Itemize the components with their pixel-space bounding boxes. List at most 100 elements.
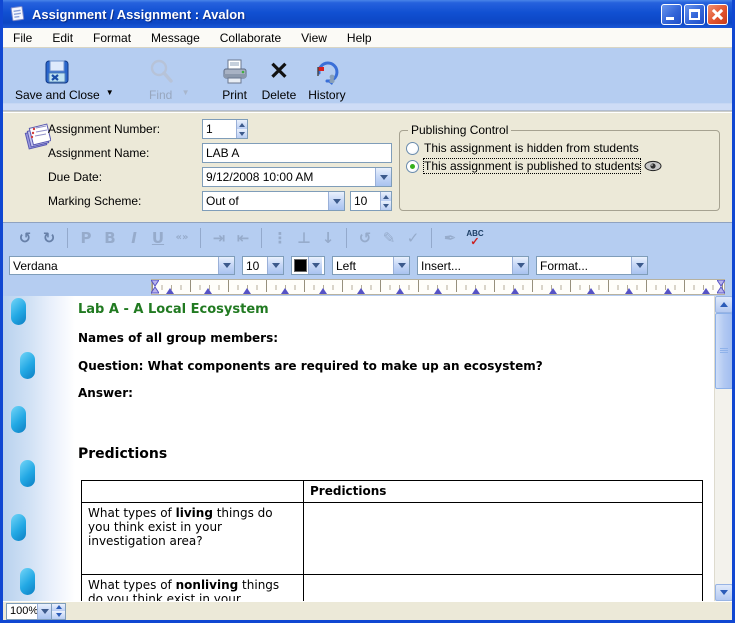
spin-down-icon[interactable] xyxy=(381,201,391,210)
radio-hidden-icon[interactable] xyxy=(406,142,419,155)
menu-file[interactable]: File xyxy=(3,29,42,47)
answer-cell[interactable] xyxy=(304,503,703,575)
spellcheck-icon[interactable]: ABC ✓ xyxy=(462,230,488,246)
print-label: Print xyxy=(222,88,247,102)
assignment-name-input[interactable] xyxy=(203,144,391,162)
menu-help[interactable]: Help xyxy=(337,29,382,47)
zoom-up-icon[interactable] xyxy=(52,604,65,612)
save-options-caret-icon[interactable]: ▼ xyxy=(106,88,114,97)
table-header-row: Predictions xyxy=(82,481,703,503)
find-label: Find xyxy=(149,88,172,102)
menu-format[interactable]: Format xyxy=(83,29,141,47)
predictions-table: Predictions What types of living things … xyxy=(81,480,703,601)
quotes-icon: «» xyxy=(170,232,194,243)
save-icon xyxy=(42,56,72,87)
application-window: Assignment / Assignment : Avalon File Ed… xyxy=(0,0,735,623)
maximize-icon[interactable] xyxy=(684,4,705,25)
save-and-close-button[interactable]: Save and Close xyxy=(9,54,106,104)
zoom-combobox[interactable]: 100% xyxy=(6,603,52,620)
document-editor[interactable]: Lab A - A Local Ecosystem Names of all g… xyxy=(78,296,706,601)
marking-points-field xyxy=(350,191,392,211)
scrollbar-thumb[interactable] xyxy=(715,313,732,389)
pencil-icon: ✎ xyxy=(377,229,401,247)
history-label: History xyxy=(308,88,345,102)
bold-icon: B xyxy=(98,229,122,247)
question-cell: What types of nonliving things do you th… xyxy=(82,575,304,602)
eye-icon xyxy=(644,160,662,172)
history-button[interactable]: History xyxy=(302,54,351,104)
font-size-dropdown-icon[interactable] xyxy=(267,257,283,274)
published-option-row[interactable]: This assignment is published to students xyxy=(406,159,715,173)
insert-combobox[interactable]: Insert... xyxy=(417,256,529,275)
zoom-down-icon[interactable] xyxy=(52,611,65,619)
zoom-dropdown-icon[interactable] xyxy=(37,604,51,619)
answer-line: Answer: xyxy=(78,386,133,400)
due-date-combobox[interactable]: 9/12/2008 10:00 AM xyxy=(202,167,392,187)
radio-published-icon[interactable] xyxy=(406,160,419,173)
menu-edit[interactable]: Edit xyxy=(42,29,83,47)
marking-scheme-combobox[interactable]: Out of xyxy=(202,191,345,211)
marking-scheme-dropdown-icon[interactable] xyxy=(328,192,344,210)
print-button[interactable]: Print xyxy=(214,54,256,104)
undo-icon[interactable]: ↺ xyxy=(13,229,37,247)
font-color-swatch xyxy=(294,259,307,272)
redo-icon[interactable]: ↻ xyxy=(37,229,61,247)
arrow-down-icon: ↓ xyxy=(316,229,340,247)
format-dropdown-icon[interactable] xyxy=(631,257,647,274)
app-icon xyxy=(9,5,27,23)
tab-stops xyxy=(152,288,724,294)
font-color-dropdown-icon[interactable] xyxy=(308,257,322,274)
hidden-option-row[interactable]: This assignment is hidden from students xyxy=(406,141,715,155)
font-family-combobox[interactable]: Verdana xyxy=(9,256,235,275)
toolbar-separator xyxy=(261,228,262,248)
minimize-icon[interactable] xyxy=(661,4,682,25)
alignment-dropdown-icon[interactable] xyxy=(393,257,409,274)
font-family-dropdown-icon[interactable] xyxy=(218,257,234,274)
alignment-combobox[interactable]: Left xyxy=(332,256,410,275)
due-date-dropdown-icon[interactable] xyxy=(375,168,391,186)
spin-up-icon[interactable] xyxy=(381,192,391,201)
scroll-up-icon[interactable] xyxy=(715,296,732,313)
ruler[interactable] xyxy=(151,279,725,295)
names-line: Names of all group members: xyxy=(78,331,278,345)
spin-up-icon[interactable] xyxy=(237,120,247,129)
assignment-number-label: Assignment Number: xyxy=(48,122,202,136)
dotted-guide-icon: ⋮ xyxy=(268,229,292,247)
save-and-close-label: Save and Close xyxy=(15,88,100,102)
toolbar-separator xyxy=(67,228,68,248)
formatting-toolbar: ↺ ↻ P B I U «» ⇥ ⇤ ⋮ ⊥ ↓ ↺ ✎ ✓ ✒ ABC ✓ xyxy=(3,222,732,252)
menu-view[interactable]: View xyxy=(291,29,337,47)
zoom-value: 100% xyxy=(7,604,37,619)
ruler-bar xyxy=(3,278,732,296)
delete-button[interactable]: ✕ Delete xyxy=(256,54,303,104)
baseline-icon: ⊥ xyxy=(292,229,316,247)
spin-down-icon[interactable] xyxy=(237,129,247,138)
status-bar: 100% xyxy=(3,601,732,620)
menu-collaborate[interactable]: Collaborate xyxy=(210,29,291,47)
scroll-down-icon[interactable] xyxy=(715,584,732,601)
left-indent-marker[interactable] xyxy=(151,280,159,294)
toolbar-separator xyxy=(346,228,347,248)
menubar: File Edit Format Message Collaborate Vie… xyxy=(3,28,732,48)
font-size-combobox[interactable]: 10 xyxy=(242,256,284,275)
assignment-number-field xyxy=(202,119,248,139)
marking-points-input[interactable] xyxy=(351,192,380,210)
question-line: Question: What components are required t… xyxy=(78,359,543,373)
main-toolbar: Save and Close ▼ Find ▼ xyxy=(3,48,732,112)
insert-value: Insert... xyxy=(418,257,512,274)
window-title: Assignment / Assignment : Avalon xyxy=(32,7,661,22)
menu-message[interactable]: Message xyxy=(141,29,210,47)
header-empty-cell xyxy=(82,481,304,503)
right-indent-marker[interactable] xyxy=(717,280,725,294)
titlebar: Assignment / Assignment : Avalon xyxy=(3,0,732,28)
assignment-name-label: Assignment Name: xyxy=(48,146,202,160)
font-color-picker[interactable] xyxy=(291,256,325,275)
zoom-spinner xyxy=(52,603,66,620)
format-combobox[interactable]: Format... xyxy=(536,256,648,275)
answer-cell[interactable] xyxy=(304,575,703,602)
assignment-number-input[interactable] xyxy=(203,120,236,138)
close-icon[interactable] xyxy=(707,4,728,25)
vertical-scrollbar[interactable] xyxy=(714,296,732,601)
indent-increase-icon: ⇥ xyxy=(207,229,231,247)
insert-dropdown-icon[interactable] xyxy=(512,257,528,274)
